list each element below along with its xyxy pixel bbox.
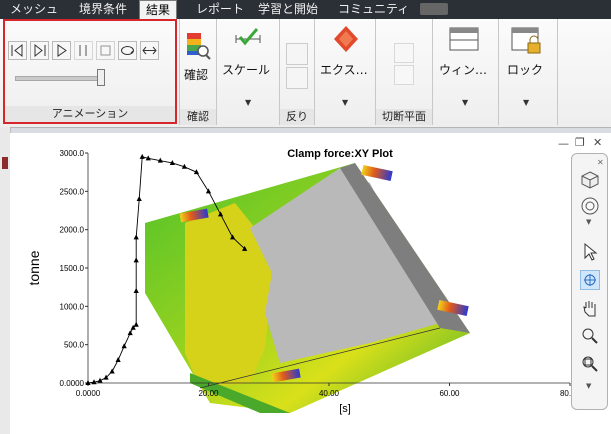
- x-tick-label: 60.00: [439, 389, 460, 398]
- lock-group: ロック ▼: [499, 19, 558, 125]
- data-point: [133, 234, 139, 240]
- data-point: [115, 357, 121, 362]
- y-tick-label: 2000.0: [60, 226, 85, 235]
- part-model: [145, 163, 470, 413]
- data-point: [136, 196, 142, 201]
- zoom-icon[interactable]: [580, 326, 600, 346]
- loop-icon[interactable]: [118, 41, 137, 60]
- model-viewport[interactable]: Clamp force:XY Plot [s] tonne 0.0000 500.…: [10, 133, 611, 434]
- select-icon[interactable]: [580, 242, 600, 262]
- plot-xlabel: [s]: [339, 403, 351, 415]
- view-cube-icon[interactable]: [580, 170, 600, 190]
- window-label[interactable]: ウィン…: [439, 61, 487, 78]
- steering-wheel-icon[interactable]: [580, 196, 600, 216]
- view-toolbar: ✕ ▼ ▼: [571, 153, 608, 410]
- wheel-dropdown-icon[interactable]: ▼: [586, 218, 591, 226]
- y-tick-label: 1500.0: [60, 264, 85, 273]
- section-group-label: 切断平面: [376, 109, 432, 125]
- step-forward-icon[interactable]: [30, 41, 49, 60]
- section-icon-2[interactable]: [394, 65, 414, 85]
- warp-icon-1[interactable]: [286, 43, 308, 65]
- tab-report[interactable]: レポート: [190, 0, 250, 19]
- plot-ylabel: tonne: [26, 250, 42, 285]
- ribbon: アニメーション 確認 確認 スケール ▼ 反り エクス… ▼ 切断平面 ウィン……: [0, 19, 611, 128]
- stop-icon[interactable]: [96, 41, 115, 60]
- tab-mesh[interactable]: メッシュ: [4, 0, 64, 19]
- check-label[interactable]: 確認: [184, 66, 208, 83]
- export-group: エクス… ▼: [315, 19, 376, 125]
- tab-community[interactable]: コミュニティ: [332, 0, 415, 19]
- minimize-icon[interactable]: —: [558, 137, 569, 150]
- scale-group: スケール ▼: [217, 19, 280, 125]
- ribbon-options-icon[interactable]: [420, 3, 448, 15]
- x-tick-label: 0.0000: [76, 389, 101, 398]
- window-group: ウィン… ▼: [433, 19, 499, 125]
- export-dropdown-icon[interactable]: ▼: [342, 98, 348, 107]
- step-back-icon[interactable]: [8, 41, 27, 60]
- section-icon-1[interactable]: [394, 43, 414, 63]
- window-dropdown-icon[interactable]: ▼: [462, 98, 468, 107]
- animation-slider-track[interactable]: [15, 76, 105, 81]
- y-tick-label: 1000.0: [60, 302, 85, 311]
- lock-label[interactable]: ロック: [507, 61, 543, 78]
- pause-icon[interactable]: [74, 41, 93, 60]
- export-icon[interactable]: [333, 25, 359, 57]
- plot-title: Clamp force:XY Plot: [287, 148, 393, 160]
- y-tick-label: 0.0000: [60, 379, 85, 388]
- warp-group: 反り: [280, 19, 315, 125]
- scale-dropdown-icon[interactable]: ▼: [245, 98, 251, 107]
- bounce-icon[interactable]: [140, 41, 159, 60]
- data-point: [133, 321, 139, 327]
- lock-icon[interactable]: [511, 24, 543, 60]
- tab-results[interactable]: 結果: [139, 0, 178, 21]
- close-icon[interactable]: ✕: [593, 136, 602, 149]
- animation-highlight: アニメーション: [3, 19, 177, 124]
- toolbar-close-icon[interactable]: ✕: [597, 158, 604, 167]
- scale-label[interactable]: スケール: [222, 61, 270, 78]
- play-icon[interactable]: [52, 41, 71, 60]
- animation-slider-thumb[interactable]: [97, 69, 105, 86]
- data-point: [109, 368, 115, 374]
- check-group: 確認 確認: [180, 19, 217, 125]
- check-group-label: 確認: [180, 109, 216, 125]
- y-tick-label: 2500.0: [60, 187, 85, 196]
- tab-boundary[interactable]: 境界条件: [73, 0, 133, 19]
- restore-icon[interactable]: ❐: [575, 136, 585, 149]
- x-tick-label: 40.00: [319, 389, 340, 398]
- data-point: [133, 257, 139, 263]
- ribbon-tab-bar: メッシュ 境界条件 結果 レポート 学習と開始 コミュニティ: [0, 0, 611, 21]
- warp-icon-2[interactable]: [286, 67, 308, 89]
- x-tick-label: 20.00: [198, 389, 219, 398]
- zoom-window-icon[interactable]: [580, 354, 600, 374]
- data-point: [127, 330, 133, 336]
- y-tick-label: 500.0: [64, 341, 85, 350]
- window-icon[interactable]: [449, 27, 479, 55]
- scale-icon[interactable]: [233, 25, 263, 57]
- toolbar-more-icon[interactable]: ▼: [586, 382, 591, 390]
- lock-dropdown-icon[interactable]: ▼: [523, 98, 529, 107]
- animation-group-label: アニメーション: [5, 106, 175, 122]
- animation-group: アニメーション: [0, 19, 180, 125]
- y-tick-label: 3000.0: [60, 149, 85, 158]
- rotate-icon[interactable]: [580, 270, 600, 290]
- data-point: [139, 153, 145, 159]
- section-group: 切断平面: [376, 19, 433, 125]
- tab-learning[interactable]: 学習と開始: [252, 0, 324, 19]
- warp-group-label: 反り: [280, 109, 314, 125]
- data-point: [133, 288, 139, 293]
- check-icon[interactable]: [185, 31, 211, 60]
- export-label[interactable]: エクス…: [320, 61, 368, 78]
- data-point: [121, 343, 127, 349]
- pan-icon[interactable]: [580, 298, 600, 318]
